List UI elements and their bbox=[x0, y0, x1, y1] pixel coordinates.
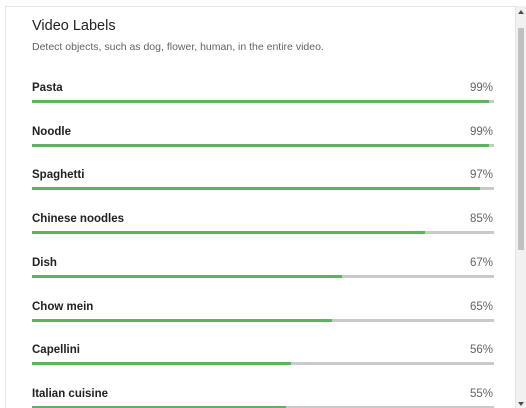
label-row: Dish 67% bbox=[32, 257, 494, 281]
label-confidence: 97% bbox=[469, 169, 493, 182]
label-confidence: 55% bbox=[469, 387, 493, 400]
scroll-up-arrow-icon[interactable] bbox=[518, 10, 524, 14]
confidence-bar-fill bbox=[32, 187, 481, 191]
scroll-down-arrow-icon[interactable] bbox=[518, 402, 524, 406]
confidence-bar-track bbox=[32, 231, 494, 235]
confidence-bar-track bbox=[32, 143, 494, 147]
panel-title: Video Labels bbox=[32, 18, 116, 34]
label-row: Noodle 99% bbox=[32, 126, 494, 150]
label-row: Chinese noodles 85% bbox=[32, 213, 494, 237]
label-name: Italian cuisine bbox=[32, 387, 109, 400]
confidence-bar-fill bbox=[32, 362, 291, 366]
label-name: Pasta bbox=[32, 82, 63, 94]
label-name: Chow mein bbox=[32, 300, 94, 313]
confidence-bar-track bbox=[32, 362, 494, 366]
scrollbar-thumb[interactable] bbox=[518, 28, 524, 250]
label-confidence: 85% bbox=[469, 213, 493, 226]
label-row: Capellini 56% bbox=[32, 344, 494, 368]
confidence-bar-fill bbox=[32, 274, 342, 278]
label-confidence: 65% bbox=[469, 300, 493, 313]
confidence-bar-fill bbox=[32, 231, 425, 235]
confidence-bar-track bbox=[32, 100, 494, 103]
video-labels-panel: Video Labels Detect objects, such as dog… bbox=[5, 6, 516, 408]
vertical-scrollbar[interactable] bbox=[516, 6, 526, 408]
label-confidence: 56% bbox=[469, 344, 493, 357]
confidence-bar-fill bbox=[32, 100, 490, 103]
confidence-bar-track bbox=[32, 318, 494, 322]
label-name: Noodle bbox=[32, 125, 71, 138]
label-confidence: 99% bbox=[469, 125, 493, 138]
label-name: Capellini bbox=[32, 344, 80, 357]
label-name: Chinese noodles bbox=[32, 213, 125, 226]
label-row: Spaghetti 97% bbox=[32, 169, 494, 193]
confidence-bar-fill bbox=[32, 318, 333, 322]
label-name: Dish bbox=[32, 256, 57, 269]
label-confidence: 99% bbox=[469, 82, 493, 94]
label-row: Pasta 99% bbox=[32, 82, 494, 106]
confidence-bar-track bbox=[32, 274, 494, 278]
label-name: Spaghetti bbox=[32, 169, 85, 182]
confidence-bar-track bbox=[32, 187, 494, 191]
panel-subtitle: Detect objects, such as dog, flower, hum… bbox=[32, 41, 324, 53]
label-row: Italian cuisine 55% bbox=[32, 388, 494, 408]
label-row: Chow mein 65% bbox=[32, 301, 494, 325]
confidence-bar-fill bbox=[32, 143, 490, 147]
label-confidence: 67% bbox=[469, 256, 493, 269]
